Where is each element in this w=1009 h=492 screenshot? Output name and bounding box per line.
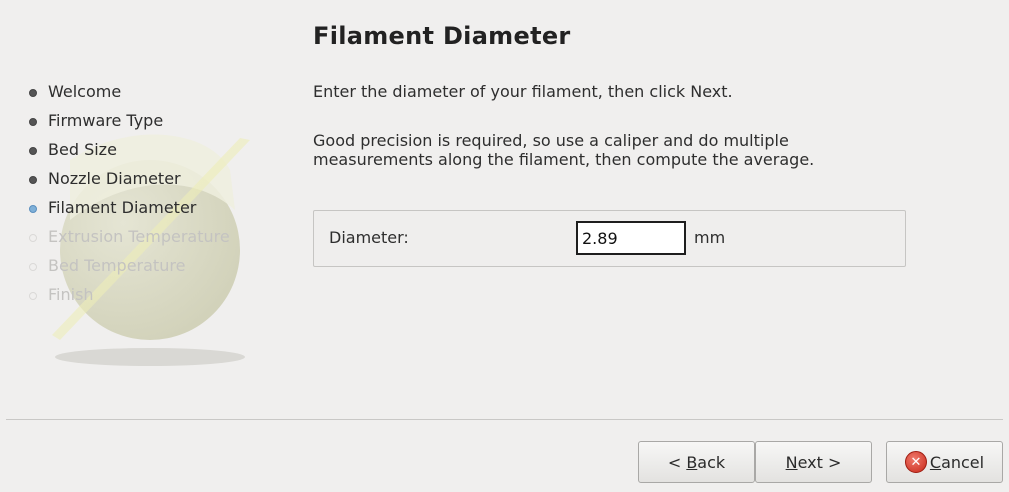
step-label: Welcome [48,82,122,101]
step-label: Bed Size [48,140,117,159]
step-welcome: Welcome [28,81,230,110]
bullet-dot-icon [29,147,37,155]
next-rest: ext > [797,452,842,472]
diameter-label: Diameter: [329,228,409,247]
wizard-steps-list: Welcome Firmware Type Bed Size Nozzle Di… [28,81,230,313]
bullet-dot-icon [29,292,37,300]
step-finish: Finish [28,284,230,313]
bullet-dot-icon [29,263,37,271]
intro-text: Enter the diameter of your filament, the… [313,82,733,101]
wizard-sidebar: Welcome Firmware Type Bed Size Nozzle Di… [0,0,300,420]
bullet-dot-icon [29,89,37,97]
unit-label: mm [694,228,726,247]
step-bed-size: Bed Size [28,139,230,168]
cancel-mnemonic: C [929,452,942,472]
step-nozzle-diameter: Nozzle Diameter [28,168,230,197]
precision-text: Good precision is required, so use a cal… [313,131,913,169]
page-title: Filament Diameter [313,22,571,50]
step-label: Filament Diameter [48,198,197,217]
step-extrusion-temperature: Extrusion Temperature [28,226,230,255]
cancel-rest: ancel [941,452,985,472]
step-bed-temperature: Bed Temperature [28,255,230,284]
next-button[interactable]: Next > [755,441,872,483]
diameter-group: Diameter: mm [313,210,906,267]
step-label: Bed Temperature [48,256,186,275]
step-filament-diameter: Filament Diameter [28,197,230,226]
back-rest: ack [697,452,726,472]
step-label: Finish [48,285,94,304]
step-firmware-type: Firmware Type [28,110,230,139]
back-button[interactable]: < Back [638,441,755,483]
back-prefix: < [667,452,687,472]
bullet-dot-icon [29,118,37,126]
precision-line-1: Good precision is required, so use a cal… [313,131,789,150]
bullet-dot-icon [29,176,37,184]
bullet-dot-icon [29,205,37,213]
step-label: Nozzle Diameter [48,169,181,188]
footer-divider [6,419,1003,420]
cancel-button[interactable]: ✕ Cancel [886,441,1003,483]
diameter-input[interactable] [576,221,686,255]
config-wizard-window: Welcome Firmware Type Bed Size Nozzle Di… [0,0,1009,492]
cancel-circle-icon: ✕ [904,451,927,473]
bullet-dot-icon [29,234,37,242]
back-mnemonic: B [686,452,698,472]
precision-line-2: measurements along the filament, then co… [313,150,815,169]
step-label: Firmware Type [48,111,164,130]
next-mnemonic: N [785,452,798,472]
step-label: Extrusion Temperature [48,227,230,246]
